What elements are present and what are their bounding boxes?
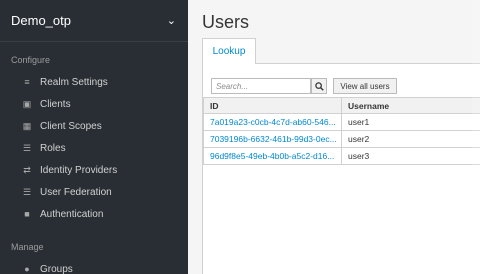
realm-name: Demo_otp [11, 13, 71, 28]
sidebar-item-label: Authentication [40, 208, 104, 220]
lookup-panel: View all users ID Username 7a019a23-c0cb… [202, 64, 480, 274]
sidebar-item-label: Realm Settings [40, 76, 108, 88]
users-icon: ● [24, 264, 30, 274]
username-cell: user3 [341, 147, 480, 165]
column-header-username[interactable]: Username [341, 97, 480, 114]
sidebar-item-client-scopes[interactable]: ▦ Client Scopes [0, 115, 188, 137]
sidebar-item-user-federation[interactable]: ☰ User Federation [0, 181, 188, 203]
sidebar-item-label: Client Scopes [40, 120, 102, 132]
exchange-icon: ⇄ [23, 164, 31, 175]
search-icon [314, 81, 324, 91]
view-all-users-button[interactable]: View all users [333, 78, 397, 94]
users-table: ID Username 7a019a23-c0cb-4c7d-ab60-546.… [203, 97, 480, 165]
user-id-link[interactable]: 96d9f8e5-49eb-4b0b-a5c2-d16... [210, 151, 334, 161]
sidebar-item-label: Roles [40, 142, 66, 154]
user-id-cell: 96d9f8e5-49eb-4b0b-a5c2-d16... [203, 147, 342, 165]
sidebar-item-label: Identity Providers [40, 164, 118, 176]
realm-selector[interactable]: Demo_otp ⌄ [0, 0, 188, 42]
toolbar: View all users [203, 78, 480, 96]
username-cell: user1 [341, 113, 480, 131]
user-id-cell: 7039196b-6632-461b-99d3-0ec... [203, 130, 342, 148]
sidebar-item-roles[interactable]: ☰ Roles [0, 137, 188, 159]
sidebar-item-identity-providers[interactable]: ⇄ Identity Providers [0, 159, 188, 181]
chevron-down-icon: ⌄ [166, 15, 176, 27]
table-row: 7a019a23-c0cb-4c7d-ab60-546... user1 [203, 113, 480, 131]
configure-section-label: Configure [11, 55, 51, 65]
main-content: Users Lookup View all users ID Username [188, 0, 480, 274]
table-row: 96d9f8e5-49eb-4b0b-a5c2-d16... user3 [203, 147, 480, 165]
tab-lookup[interactable]: Lookup [202, 38, 256, 65]
sidebar-item-clients[interactable]: ▣ Clients [0, 93, 188, 115]
table-row: 7039196b-6632-461b-99d3-0ec... user2 [203, 130, 480, 148]
sliders-icon: ≡ [24, 77, 30, 87]
sidebar-item-authentication[interactable]: ■ Authentication [0, 203, 188, 225]
user-id-cell: 7a019a23-c0cb-4c7d-ab60-546... [203, 113, 342, 131]
username-cell: user2 [341, 130, 480, 148]
sidebar-item-realm-settings[interactable]: ≡ Realm Settings [0, 71, 188, 93]
page-title: Users [202, 12, 250, 32]
cube-icon: ▣ [22, 98, 32, 109]
sidebar-item-label: Groups [40, 263, 73, 274]
tab-bar: Lookup [202, 38, 480, 65]
sidebar-item-label: Clients [40, 98, 71, 110]
manage-section-label: Manage [11, 242, 44, 252]
column-header-id[interactable]: ID [203, 97, 342, 114]
roles-icon: ☰ [22, 142, 32, 153]
sidebar-item-label: User Federation [40, 186, 112, 198]
user-id-link[interactable]: 7039196b-6632-461b-99d3-0ec... [210, 134, 337, 144]
cubes-icon: ▦ [22, 120, 32, 131]
user-id-link[interactable]: 7a019a23-c0cb-4c7d-ab60-546... [210, 117, 336, 127]
sidebar-item-groups[interactable]: ● Groups [0, 258, 188, 274]
table-header-row: ID Username [203, 97, 480, 114]
lock-icon: ■ [24, 209, 30, 219]
search-input[interactable] [211, 78, 311, 94]
database-icon: ☰ [22, 186, 32, 197]
search-button[interactable] [311, 78, 327, 94]
sidebar: Demo_otp ⌄ Configure ≡ Realm Settings ▣ … [0, 0, 188, 274]
